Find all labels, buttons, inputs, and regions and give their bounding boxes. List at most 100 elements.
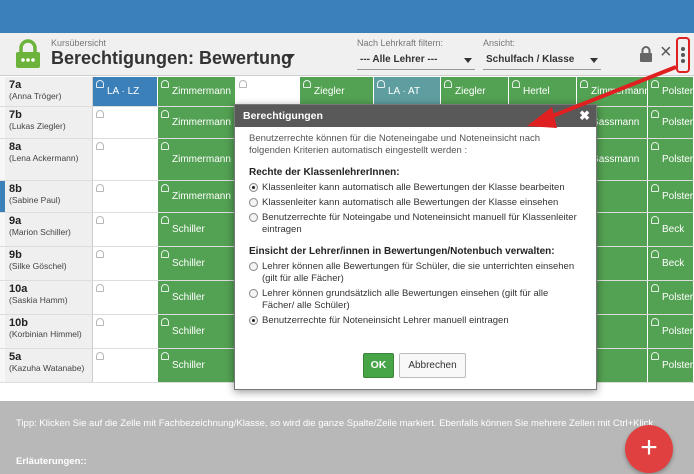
class-name: 7b bbox=[9, 109, 22, 121]
bell-icon bbox=[239, 80, 247, 88]
grid-cell[interactable]: Beck bbox=[648, 247, 694, 280]
grid-cell[interactable]: Polster bbox=[648, 181, 694, 212]
cell-teacher: Hertel bbox=[523, 86, 550, 97]
class-teacher-option[interactable]: Benutzerrechte für Noteingabe und Notene… bbox=[249, 212, 582, 236]
add-button[interactable]: + bbox=[625, 425, 673, 473]
ok-button[interactable]: OK bbox=[363, 353, 394, 378]
radio-button[interactable] bbox=[249, 213, 258, 222]
radio-label: Benutzerrechte für Noteneinsicht Lehrer … bbox=[262, 315, 509, 326]
class-teacher: (Anna Tröger) bbox=[9, 91, 62, 101]
cell-teacher: Gassmann bbox=[591, 117, 640, 128]
grid-cell[interactable] bbox=[93, 213, 158, 246]
teacher-view-option[interactable]: Benutzerrechte für Noteneinsicht Lehrer … bbox=[249, 315, 582, 327]
cancel-button[interactable]: Abbrechen bbox=[399, 353, 466, 378]
view-label: Ansicht: bbox=[483, 38, 516, 48]
view-select[interactable]: Schulfach / Klasse bbox=[483, 50, 601, 70]
radio-label: Benutzerrechte für Noteingabe und Notene… bbox=[262, 212, 577, 235]
permissions-dialog: Berechtigungen ✖ Benutzerrechte können f… bbox=[234, 104, 597, 390]
grid-cell[interactable] bbox=[93, 139, 158, 180]
lock-app-icon bbox=[16, 39, 40, 68]
grid-cell[interactable] bbox=[236, 77, 300, 106]
row-header[interactable]: 10b (Korbinian Himmel) bbox=[5, 315, 93, 348]
class-teacher-option[interactable]: Klassenleiter kann automatisch alle Bewe… bbox=[249, 197, 582, 209]
radio-button[interactable] bbox=[249, 262, 258, 271]
grid-cell[interactable] bbox=[93, 349, 158, 382]
breadcrumb[interactable]: Kursübersicht bbox=[51, 38, 106, 48]
close-icon[interactable]: × bbox=[660, 42, 672, 62]
grid-cell[interactable]: Zimmermann bbox=[158, 107, 236, 138]
footer-panel: Tipp: Klicken Sie auf die Zelle mit Fach… bbox=[0, 401, 694, 474]
row-header[interactable]: 9a (Marion Schiller) bbox=[5, 213, 93, 246]
radio-button[interactable] bbox=[249, 316, 258, 325]
teacher-filter-select[interactable]: --- Alle Lehrer --- bbox=[357, 50, 475, 70]
page-title: Berechtigungen: Bewertung bbox=[51, 48, 293, 68]
row-header[interactable]: 9b (Silke Göschel) bbox=[5, 247, 93, 280]
grid-cell[interactable]: Ziegler bbox=[300, 77, 374, 106]
more-menu-icon[interactable] bbox=[676, 37, 690, 73]
bell-icon bbox=[651, 216, 659, 224]
bell-icon bbox=[161, 184, 169, 192]
grid-cell[interactable]: LA · LZ bbox=[93, 77, 158, 106]
grid-cell[interactable]: Schiller bbox=[158, 281, 236, 314]
radio-button[interactable] bbox=[249, 198, 258, 207]
grid-cell[interactable]: Schiller bbox=[158, 315, 236, 348]
chevron-down-icon bbox=[590, 58, 598, 63]
grid-cell[interactable]: Schiller bbox=[158, 213, 236, 246]
row-header[interactable]: 8a (Lena Ackermann) bbox=[5, 139, 93, 180]
cell-teacher: Zimmermann bbox=[172, 86, 231, 97]
tip-text: Tipp: Klicken Sie auf die Zelle mit Fach… bbox=[16, 418, 654, 429]
cell-teacher: Zimmermann bbox=[172, 154, 231, 165]
dialog-close-icon[interactable]: ✖ bbox=[579, 108, 590, 124]
cell-teacher: Polster bbox=[662, 292, 694, 303]
page-header: Kursübersicht Berechtigungen: Bewertung … bbox=[0, 33, 694, 76]
cell-teacher: Polster bbox=[662, 117, 694, 128]
row-header[interactable]: 5a (Kazuha Watanabe) bbox=[5, 349, 93, 382]
cell-teacher: Ziegler bbox=[314, 86, 345, 97]
teacher-view-option[interactable]: Lehrer können alle Bewertungen für Schül… bbox=[249, 261, 582, 285]
grid-cell[interactable]: Zimmermann bbox=[158, 77, 236, 106]
class-name: 8b bbox=[9, 183, 22, 195]
class-teacher: (Marion Schiller) bbox=[9, 227, 71, 237]
section-teacher-view: Einsicht der Lehrer/innen in Bewertungen… bbox=[249, 246, 555, 257]
grid-cell[interactable] bbox=[93, 181, 158, 212]
class-teacher: (Kazuha Watanabe) bbox=[9, 363, 85, 373]
cell-teacher: Zimmermann bbox=[172, 191, 231, 202]
grid-cell[interactable]: Polster bbox=[648, 315, 694, 348]
grid-cell[interactable]: Ziegler bbox=[441, 77, 509, 106]
grid-cell[interactable] bbox=[93, 315, 158, 348]
grid-cell[interactable]: Hertel bbox=[509, 77, 577, 106]
row-header[interactable]: 8b (Sabine Paul) bbox=[5, 181, 93, 212]
row-header[interactable]: 7a (Anna Tröger) bbox=[5, 77, 93, 106]
grid-cell[interactable]: Zimmermann bbox=[158, 181, 236, 212]
cell-teacher: Schiller bbox=[172, 224, 205, 235]
grid-cell[interactable]: LA · AT bbox=[374, 77, 441, 106]
grid-cell[interactable]: Polster bbox=[648, 139, 694, 180]
radio-button[interactable] bbox=[249, 183, 258, 192]
grid-cell[interactable]: Zimmermann bbox=[158, 139, 236, 180]
grid-cell[interactable]: Polster bbox=[648, 77, 694, 106]
title-dropdown-icon[interactable] bbox=[285, 54, 295, 60]
section-class-teachers: Rechte der KlassenlehrerInnen: bbox=[249, 167, 400, 178]
bell-icon bbox=[303, 80, 311, 88]
grid-cell[interactable]: Polster bbox=[648, 107, 694, 138]
grid-cell[interactable]: Schiller bbox=[158, 247, 236, 280]
bell-icon bbox=[651, 80, 659, 88]
class-teacher-option[interactable]: Klassenleiter kann automatisch alle Bewe… bbox=[249, 182, 582, 194]
teacher-view-option[interactable]: Lehrer können grundsätzlich alle Bewertu… bbox=[249, 288, 582, 312]
grid-cell[interactable]: Polster bbox=[648, 281, 694, 314]
grid-cell[interactable] bbox=[93, 281, 158, 314]
radio-button[interactable] bbox=[249, 289, 258, 298]
grid-cell[interactable] bbox=[93, 107, 158, 138]
grid-cell[interactable] bbox=[93, 247, 158, 280]
grid-cell[interactable]: Schiller bbox=[158, 349, 236, 382]
bell-icon bbox=[161, 110, 169, 118]
row-header[interactable]: 10a (Saskia Hamm) bbox=[5, 281, 93, 314]
lock-icon[interactable] bbox=[639, 45, 653, 63]
cell-teacher: Zimmermann bbox=[591, 86, 648, 97]
grid-cell[interactable]: Polster bbox=[648, 349, 694, 382]
grid-cell[interactable]: Zimmermann bbox=[577, 77, 648, 106]
class-teacher: (Lukas Ziegler) bbox=[9, 121, 66, 131]
class-name: 9b bbox=[9, 249, 22, 261]
grid-cell[interactable]: Beck bbox=[648, 213, 694, 246]
row-header[interactable]: 7b (Lukas Ziegler) bbox=[5, 107, 93, 138]
